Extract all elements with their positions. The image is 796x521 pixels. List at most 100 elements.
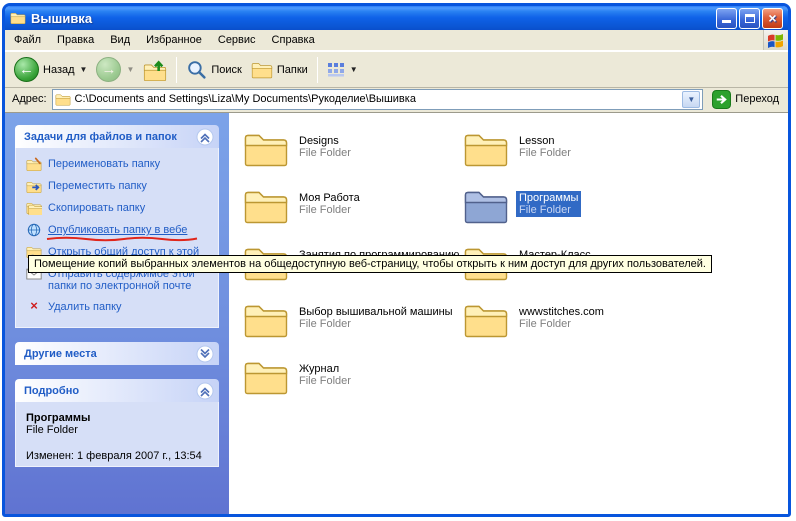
folder-label: wwwstitches.com File Folder	[516, 305, 607, 331]
folder-item-selected[interactable]: Программы File Folder	[463, 188, 683, 245]
details-panel: Подробно Программы File Folder Изменен: …	[15, 379, 219, 467]
windows-logo-icon	[763, 30, 787, 50]
task-label: Скопировать папку	[48, 202, 145, 214]
back-label: Назад	[43, 64, 75, 76]
folder-item[interactable]: Выбор вышивальной машины File Folder	[243, 302, 463, 359]
details-header[interactable]: Подробно	[15, 379, 219, 402]
menu-favorites[interactable]: Избранное	[138, 31, 210, 49]
toolbar-separator	[176, 57, 177, 83]
folder-type: File Folder	[299, 204, 360, 216]
file-tasks-panel: Задачи для файлов и папок Переименовать …	[15, 125, 219, 328]
publish-web-globe-icon	[26, 223, 42, 237]
folder-type: File Folder	[519, 147, 571, 159]
task-rename-folder[interactable]: Переименовать папку	[26, 158, 212, 171]
file-tasks-body: Переименовать папку Переместить папку Ск…	[15, 148, 219, 328]
search-button[interactable]: Поиск	[182, 57, 245, 82]
chevron-up-icon[interactable]	[196, 128, 214, 146]
maximize-button[interactable]	[739, 8, 760, 29]
folder-icon	[243, 302, 289, 338]
back-button[interactable]: ← Назад ▼	[10, 55, 91, 84]
folder-icon	[243, 131, 289, 167]
rename-folder-icon	[26, 157, 42, 171]
toolbar-separator	[317, 57, 318, 83]
chevron-up-icon[interactable]	[196, 382, 214, 400]
tooltip: Помещение копий выбранных элементов на о…	[28, 255, 712, 273]
details-title: Подробно	[24, 385, 79, 397]
folder-label: Lesson File Folder	[516, 134, 574, 160]
forward-button[interactable]: → ▼	[92, 55, 138, 84]
go-button[interactable]: Переход	[708, 90, 783, 109]
views-grid-icon	[327, 62, 345, 78]
task-label: Переместить папку	[48, 180, 147, 192]
folders-button[interactable]: Папки	[247, 59, 312, 81]
back-arrow-icon: ←	[14, 57, 39, 82]
folder-icon	[463, 188, 509, 224]
details-folder-type: File Folder	[26, 424, 212, 436]
details-folder-name: Программы	[26, 412, 212, 424]
other-places-header[interactable]: Другие места	[15, 342, 219, 365]
window-folder-icon	[10, 11, 26, 25]
folder-label: Моя Работа File Folder	[296, 191, 363, 217]
details-modified: Изменен: 1 февраля 2007 г., 13:54	[26, 450, 212, 462]
menu-bar: Файл Правка Вид Избранное Сервис Справка	[5, 30, 788, 51]
title-bar: Вышивка ×	[5, 6, 788, 30]
folder-item[interactable]: Lesson File Folder	[463, 131, 683, 188]
search-icon	[186, 59, 207, 80]
menu-help[interactable]: Справка	[264, 31, 323, 49]
folder-name: Моя Работа	[299, 192, 360, 204]
task-delete-folder[interactable]: × Удалить папку	[26, 301, 212, 314]
up-button[interactable]	[139, 57, 171, 83]
forward-dropdown-icon: ▼	[126, 65, 134, 74]
minimize-icon	[722, 13, 731, 23]
views-dropdown-icon: ▼	[350, 65, 358, 74]
folder-type: File Folder	[519, 318, 604, 330]
folder-item[interactable]: Журнал File Folder	[243, 359, 463, 416]
chevron-down-icon[interactable]	[196, 345, 214, 363]
folders-icon	[251, 61, 273, 79]
go-label: Переход	[735, 93, 779, 105]
folder-icon	[463, 302, 509, 338]
details-body: Программы File Folder Изменен: 1 февраля…	[15, 402, 219, 467]
file-tasks-header[interactable]: Задачи для файлов и папок	[15, 125, 219, 148]
folder-item[interactable]: Designs File Folder	[243, 131, 463, 188]
back-dropdown-icon: ▼	[80, 65, 88, 74]
folder-type: File Folder	[299, 147, 351, 159]
maximize-icon	[745, 14, 755, 23]
close-button[interactable]: ×	[762, 8, 783, 29]
folder-icon	[463, 131, 509, 167]
task-copy-folder[interactable]: Скопировать папку	[26, 202, 212, 215]
task-publish-folder[interactable]: Опубликовать папку в вебе	[26, 224, 212, 237]
forward-arrow-icon: →	[96, 57, 121, 82]
folder-item[interactable]: Моя Работа File Folder	[243, 188, 463, 245]
copy-folder-icon	[26, 201, 42, 215]
folder-type: File Folder	[299, 318, 453, 330]
minimize-button[interactable]	[716, 8, 737, 29]
views-button[interactable]: ▼	[323, 60, 362, 80]
folder-icon	[243, 359, 289, 395]
address-label: Адрес:	[12, 93, 47, 105]
folder-name: Журнал	[299, 363, 351, 375]
folder-name: Designs	[299, 135, 351, 147]
address-dropdown-button[interactable]: ▼	[682, 91, 700, 108]
address-path: C:\Documents and Settings\Liza\My Docume…	[75, 93, 416, 105]
search-label: Поиск	[211, 64, 241, 76]
task-label: Удалить папку	[48, 301, 122, 313]
address-input[interactable]: C:\Documents and Settings\Liza\My Docume…	[52, 89, 704, 110]
menu-view[interactable]: Вид	[102, 31, 138, 49]
folder-item[interactable]: Занятия по программированию File Folder	[243, 245, 463, 302]
other-places-title: Другие места	[24, 348, 97, 360]
task-move-folder[interactable]: Переместить папку	[26, 180, 212, 193]
folder-item[interactable]: wwwstitches.com File Folder	[463, 302, 683, 359]
delete-x-icon: ×	[26, 300, 42, 314]
menu-file[interactable]: Файл	[6, 31, 49, 49]
move-folder-icon	[26, 179, 42, 193]
folder-name: Выбор вышивальной машины	[299, 306, 453, 318]
file-list: Designs File Folder Lesson File Folder М…	[229, 113, 788, 514]
folder-label: Программы File Folder	[516, 191, 581, 217]
menu-tools[interactable]: Сервис	[210, 31, 264, 49]
red-underline-annotation	[46, 236, 198, 242]
menu-edit[interactable]: Правка	[49, 31, 102, 49]
address-folder-icon	[55, 93, 71, 106]
folder-name: Программы	[519, 192, 578, 204]
folder-item[interactable]: Мастер-Класс File Folder	[463, 245, 683, 302]
